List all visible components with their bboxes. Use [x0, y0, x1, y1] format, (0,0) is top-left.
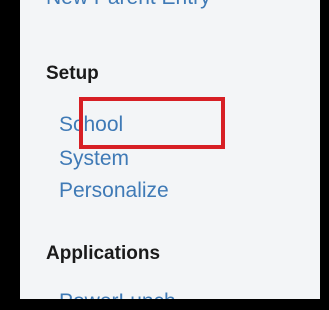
- sidebar-link-powerlunch[interactable]: PowerLunch: [59, 290, 176, 299]
- sidebar-link-school[interactable]: School: [59, 113, 123, 137]
- sidebar-link-personalize[interactable]: Personalize: [59, 179, 169, 203]
- section-title-setup: Setup: [46, 63, 99, 84]
- sidebar-panel: New Parent Entry Setup School System Per…: [20, 0, 320, 299]
- section-title-applications: Applications: [46, 243, 161, 264]
- sidebar-link-system[interactable]: System: [59, 147, 129, 171]
- sidebar-link-new-parent-entry[interactable]: New Parent Entry: [46, 0, 211, 10]
- screenshot-frame: New Parent Entry Setup School System Per…: [0, 0, 329, 310]
